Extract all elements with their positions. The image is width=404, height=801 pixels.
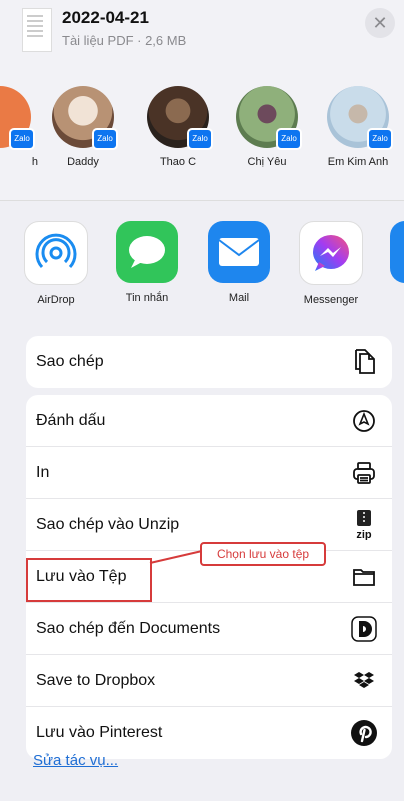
zalo-badge: Zalo [92, 128, 118, 150]
document-title: 2022-04-21 [62, 8, 149, 27]
person-item[interactable]: Zalo h [0, 86, 40, 168]
action-label: Lưu vào Pinterest [36, 724, 163, 741]
person-item[interactable]: Zalo Chị Yêu [227, 86, 307, 168]
app-suggestions: AirDrop Tin nhắn Mail Messenger [0, 201, 404, 326]
person-name: h [31, 156, 38, 168]
avatar: Zalo [327, 86, 393, 150]
folder-icon [350, 563, 378, 591]
mail-icon [208, 221, 270, 283]
copy-icon [350, 348, 378, 376]
documents-icon [350, 615, 378, 643]
action-label: Sao chép [36, 353, 104, 370]
zalo-badge: Zalo [9, 128, 35, 150]
zip-icon: zip [350, 509, 378, 540]
action-copy-to-documents[interactable]: Sao chép đến Documents [26, 603, 392, 655]
avatar: Zalo [52, 86, 118, 150]
zalo-badge: Zalo [276, 128, 302, 150]
people-suggestions: Zalo h Zalo Daddy Zalo Thao C Zalo Chị Y… [0, 64, 404, 201]
action-markup[interactable]: Đánh dấu [26, 395, 392, 447]
action-print[interactable]: In [26, 447, 392, 499]
messages-icon [116, 221, 178, 283]
person-name: Daddy [67, 156, 99, 168]
action-label: In [36, 463, 50, 481]
dropbox-icon [350, 667, 378, 695]
more-app-icon[interactable] [390, 221, 404, 283]
app-label: Tin nhắn [125, 292, 169, 304]
action-label: Sao chép vào Unzip [36, 515, 180, 533]
app-messages[interactable]: Tin nhắn [105, 221, 189, 304]
person-item[interactable]: Zalo Daddy [43, 86, 123, 168]
avatar: Zalo [147, 86, 213, 150]
markup-icon [350, 407, 378, 435]
zip-icon-text: zip [356, 529, 372, 540]
person-item[interactable]: Zalo Thao C [138, 86, 218, 168]
action-dropbox[interactable]: Save to Dropbox [26, 655, 392, 707]
close-icon: ✕ [372, 12, 388, 33]
avatar: Zalo [0, 86, 35, 150]
person-name: Thao C [159, 156, 197, 168]
pinterest-icon [350, 719, 378, 747]
edit-actions-link[interactable]: Sửa tác vụ... [33, 752, 118, 769]
messenger-icon [299, 221, 363, 285]
zalo-badge: Zalo [367, 128, 393, 150]
action-copy[interactable]: Sao chép [26, 336, 392, 388]
printer-icon [350, 459, 378, 487]
document-subtitle: Tài liệu PDF · 2,6 MB [62, 33, 187, 48]
airdrop-icon [24, 221, 88, 285]
app-mail[interactable]: Mail [197, 221, 281, 304]
action-label: Sao chép đến Documents [36, 619, 221, 637]
person-name: Em Kim Anh [327, 156, 389, 168]
action-label: Đánh dấu [36, 411, 106, 429]
annotation-label: Chọn lưu vào tệp [200, 542, 326, 566]
share-sheet-header: 2022-04-21 Tài liệu PDF · 2,6 MB ✕ [0, 0, 404, 64]
app-label: Mail [228, 292, 250, 304]
avatar: Zalo [236, 86, 302, 150]
app-airdrop[interactable]: AirDrop [14, 221, 98, 306]
app-label: AirDrop [37, 294, 75, 306]
close-button[interactable]: ✕ [365, 8, 395, 38]
action-group-copy: Sao chép [26, 336, 392, 388]
person-item[interactable]: Zalo Em Kim Anh [318, 86, 398, 168]
action-label: Save to Dropbox [36, 671, 156, 689]
app-messenger[interactable]: Messenger [289, 221, 373, 306]
document-thumbnail [22, 8, 52, 52]
app-label: Messenger [303, 294, 359, 306]
annotation-highlight-box [26, 558, 152, 602]
zalo-badge: Zalo [187, 128, 213, 150]
person-name: Chị Yêu [247, 156, 287, 168]
